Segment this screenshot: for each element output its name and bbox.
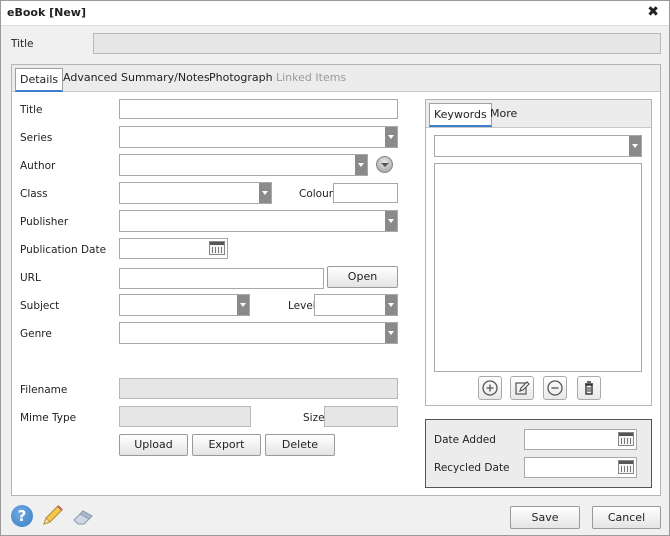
recycled-date-label: Recycled Date — [434, 462, 510, 474]
tab-more[interactable]: More — [490, 101, 517, 127]
series-dropdown[interactable] — [119, 126, 398, 148]
tab-linked-items: Linked Items — [276, 71, 347, 84]
filename-field — [119, 378, 398, 399]
level-label: Level — [288, 300, 316, 312]
tab-advanced[interactable]: Advanced — [63, 65, 117, 91]
keyword-dropdown[interactable] — [434, 135, 642, 157]
title-label: Title — [20, 104, 43, 116]
series-label: Series — [20, 132, 53, 144]
save-button[interactable]: Save — [510, 506, 580, 529]
keyword-list[interactable] — [434, 163, 642, 372]
date-added-label: Date Added — [434, 434, 496, 446]
remove-icon[interactable] — [543, 376, 567, 400]
tab-details[interactable]: Details — [15, 68, 64, 92]
chevron-down-icon — [385, 211, 397, 231]
calendar-icon[interactable] — [618, 460, 634, 474]
calendar-icon[interactable] — [209, 241, 225, 255]
chevron-down-icon — [385, 323, 397, 343]
header-title-label: Title — [11, 38, 34, 50]
size-field — [324, 406, 398, 427]
title-bar: eBook [New] ✖ — [1, 1, 669, 26]
export-button[interactable]: Export — [192, 434, 261, 456]
cancel-button[interactable]: Cancel — [592, 506, 661, 529]
tab-keywords[interactable]: Keywords — [429, 103, 492, 127]
url-label: URL — [20, 272, 41, 284]
chevron-down-icon — [259, 183, 271, 203]
subject-dropdown[interactable] — [119, 294, 250, 316]
chevron-down-icon — [385, 295, 397, 315]
class-label: Class — [20, 188, 48, 200]
open-button[interactable]: Open — [327, 266, 398, 288]
chevron-down-icon — [385, 127, 397, 147]
publisher-dropdown[interactable] — [119, 210, 398, 232]
level-dropdown[interactable] — [314, 294, 398, 316]
chevron-down-icon — [629, 136, 641, 156]
calendar-icon[interactable] — [618, 432, 634, 446]
ebook-dialog: eBook [New] ✖ Title Details Advanced Sum… — [0, 0, 670, 536]
chevron-down-icon — [355, 155, 367, 175]
genre-label: Genre — [20, 328, 52, 340]
publication-date-input[interactable] — [119, 238, 228, 259]
help-icon[interactable]: ? — [11, 505, 33, 527]
delete-button[interactable]: Delete — [265, 434, 335, 456]
trash-icon[interactable] — [577, 376, 601, 400]
mime-type-label: Mime Type — [20, 412, 77, 424]
date-added-input[interactable] — [524, 429, 637, 450]
title-input[interactable] — [119, 99, 398, 119]
edit-icon[interactable] — [510, 376, 534, 400]
upload-button[interactable]: Upload — [119, 434, 188, 456]
tab-photograph[interactable]: Photograph — [209, 65, 273, 91]
size-label: Size — [303, 412, 325, 424]
window-title: eBook [New] — [7, 6, 86, 19]
eraser-icon[interactable] — [72, 506, 96, 526]
publisher-label: Publisher — [20, 216, 69, 228]
header-title-field[interactable] — [93, 33, 661, 54]
author-dropdown[interactable] — [119, 154, 368, 176]
url-input[interactable] — [119, 268, 324, 289]
keywords-panel: Keywords More — [425, 99, 652, 406]
publication-date-label: Publication Date — [20, 244, 107, 256]
pencil-icon[interactable] — [41, 505, 65, 527]
class-dropdown[interactable] — [119, 182, 272, 204]
author-label: Author — [20, 160, 56, 172]
close-icon[interactable]: ✖ — [647, 4, 659, 20]
add-icon[interactable] — [478, 376, 502, 400]
author-expand-icon[interactable] — [376, 156, 393, 173]
tab-summary-notes[interactable]: Summary/Notes — [121, 65, 210, 91]
filename-label: Filename — [20, 384, 68, 396]
subject-label: Subject — [20, 300, 60, 312]
mime-type-field — [119, 406, 251, 427]
chevron-down-icon — [237, 295, 249, 315]
recycled-date-input[interactable] — [524, 457, 637, 478]
genre-dropdown[interactable] — [119, 322, 398, 344]
colour-label: Colour — [299, 188, 334, 200]
colour-input[interactable] — [333, 183, 398, 203]
